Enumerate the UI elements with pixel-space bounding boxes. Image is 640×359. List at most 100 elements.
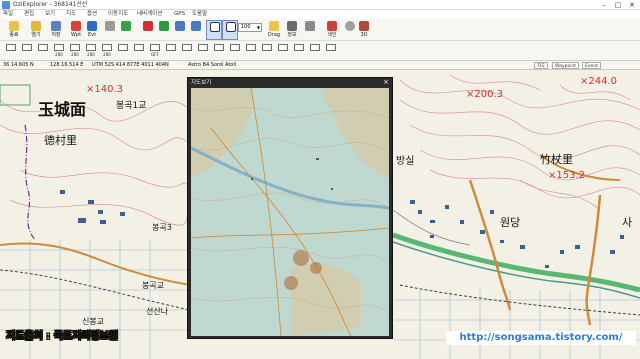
grid-button[interactable]: [302, 20, 318, 40]
zoom-level-select[interactable]: 100 ▼: [238, 23, 262, 32]
preview-map-image[interactable]: [191, 88, 389, 336]
latitude-readout: 36 14.605 N: [3, 62, 34, 68]
map-label-sinbong-bridge: 신봉교: [82, 317, 105, 326]
fit-button[interactable]: [222, 20, 238, 40]
toolbar2-button[interactable]: 200: [68, 43, 82, 58]
toolbar2-button[interactable]: [228, 43, 242, 58]
drag-button[interactable]: Drag: [266, 20, 282, 40]
track-icon: [105, 21, 115, 31]
zoom-out-button[interactable]: [188, 20, 204, 40]
toolbar2-button[interactable]: [260, 43, 274, 58]
toolbar2-button[interactable]: [244, 43, 258, 58]
toolbar2-tool-icon: [86, 44, 96, 51]
zoom-button[interactable]: [206, 20, 222, 40]
save-button[interactable]: 저장: [48, 20, 64, 40]
toolbar2-button[interactable]: OFF: [148, 43, 162, 58]
map-label-bonggok3: 봉곡3: [152, 223, 172, 232]
index-icon: [327, 21, 337, 31]
waypoint-icon: [71, 21, 81, 31]
toolbar2-button[interactable]: [212, 43, 226, 58]
close-icon[interactable]: ×: [383, 78, 389, 87]
menu-options[interactable]: 옵션: [87, 10, 97, 19]
menu-help[interactable]: 도움말: [192, 10, 207, 19]
menu-movingmap[interactable]: 이동지도: [108, 10, 128, 19]
open-map-button[interactable]: 열기: [28, 20, 44, 40]
menu-map[interactable]: 지도: [66, 10, 76, 19]
toolbar2-button[interactable]: [308, 43, 322, 58]
layers-icon: [159, 21, 169, 31]
toolbar2-tool-icon: [22, 44, 32, 51]
index-button[interactable]: 색인: [324, 20, 340, 40]
toolbar2-button[interactable]: [292, 43, 306, 58]
map-label-seonsan: 선산나: [146, 307, 169, 316]
toolbar2-button[interactable]: [36, 43, 50, 58]
layers-button[interactable]: [156, 20, 172, 40]
minimize-icon[interactable]: –: [598, 0, 610, 10]
map-label-bonggok1-bridge: 봉곡1교: [116, 101, 147, 111]
close-window-icon[interactable]: ✕: [626, 0, 638, 10]
toolbar2-tool-icon: [230, 44, 240, 51]
toolbar2-button[interactable]: [132, 43, 146, 58]
toolbar2-button[interactable]: [276, 43, 290, 58]
waypoint-chip[interactable]: Waypoint: [552, 62, 580, 69]
main-toolbar: 종료 열기 저장 Wpt Evt 100 ▼ Drag 정보 색인 3D: [0, 19, 640, 41]
fit-icon: [226, 22, 236, 32]
maximize-icon[interactable]: □: [612, 0, 624, 10]
map-label-wondang: 원당: [500, 216, 521, 229]
track-button[interactable]: [102, 20, 118, 40]
toolbar2-button-label: OFF: [151, 52, 159, 57]
chevron-down-icon: ▼: [256, 25, 260, 30]
map-label-deokchon-ri: 德村里: [44, 134, 77, 147]
info-icon: [287, 21, 297, 31]
open-map-icon: [31, 21, 41, 31]
toolbar2-button[interactable]: [324, 43, 338, 58]
route-button[interactable]: [118, 20, 134, 40]
event-button[interactable]: Evt: [84, 20, 100, 40]
route-icon: [121, 21, 131, 31]
map-source-credit: 지도출처 : 국토지리정보원: [6, 331, 119, 342]
menu-file[interactable]: 파일: [3, 10, 13, 19]
toolbar2-button[interactable]: [20, 43, 34, 58]
menu-view[interactable]: 보기: [45, 10, 55, 19]
elevation-label: ×153.2: [548, 170, 586, 181]
toolbar2-tool-icon: [310, 44, 320, 51]
toolbar2-tool-icon: [102, 44, 112, 51]
toolbar2-button[interactable]: [164, 43, 178, 58]
elevation-label: ×200.3: [466, 89, 504, 100]
gps-icon: [143, 21, 153, 31]
map-preview-window[interactable]: 지도보기 ×: [187, 77, 393, 339]
toolbar2-button[interactable]: 200: [84, 43, 98, 58]
event-chip[interactable]: Event: [582, 62, 601, 69]
toolbar2-button[interactable]: [180, 43, 194, 58]
toolbar2-button[interactable]: [116, 43, 130, 58]
toolbar2-button[interactable]: 200: [52, 43, 66, 58]
toolbar2-button[interactable]: [4, 43, 18, 58]
3d-icon: [359, 21, 369, 31]
toolbar2-tool-icon: [294, 44, 304, 51]
toolbar2-tool-icon: [54, 44, 64, 51]
exit-button[interactable]: 종료: [6, 20, 22, 40]
toolbar2-tool-icon: [278, 44, 288, 51]
toolbar2-button[interactable]: 200: [100, 43, 114, 58]
menu-edit[interactable]: 편집: [24, 10, 34, 19]
secondary-toolbar: 200 200 200 200 OFF: [0, 41, 640, 61]
oziexplorer-window: OziExplorer - 368141선산 – □ ✕ 파일 편집 보기 지도…: [0, 0, 640, 359]
exit-icon: [9, 21, 19, 31]
map-label-bangsil: 방실: [396, 156, 415, 167]
target-icon: [345, 21, 355, 31]
toolbar2-tool-icon: [166, 44, 176, 51]
gps-button[interactable]: [140, 20, 156, 40]
preview-title: 지도보기: [191, 80, 212, 86]
menu-navigation[interactable]: 네비게이션: [137, 10, 162, 19]
3d-button[interactable]: 3D: [356, 20, 372, 40]
toolbar2-button[interactable]: [196, 43, 210, 58]
zoom-in-button[interactable]: [172, 20, 188, 40]
toolbar2-tool-icon: [134, 44, 144, 51]
toolbar2-button-label: 200: [103, 52, 111, 57]
map-chip[interactable]: 지도: [534, 62, 549, 69]
info-button[interactable]: 정보: [284, 20, 300, 40]
toolbar2-tool-icon: [246, 44, 256, 51]
toolbar2-tool-icon: [38, 44, 48, 51]
preview-map-graphic: [191, 88, 389, 336]
menu-gps[interactable]: GPS: [174, 10, 185, 19]
